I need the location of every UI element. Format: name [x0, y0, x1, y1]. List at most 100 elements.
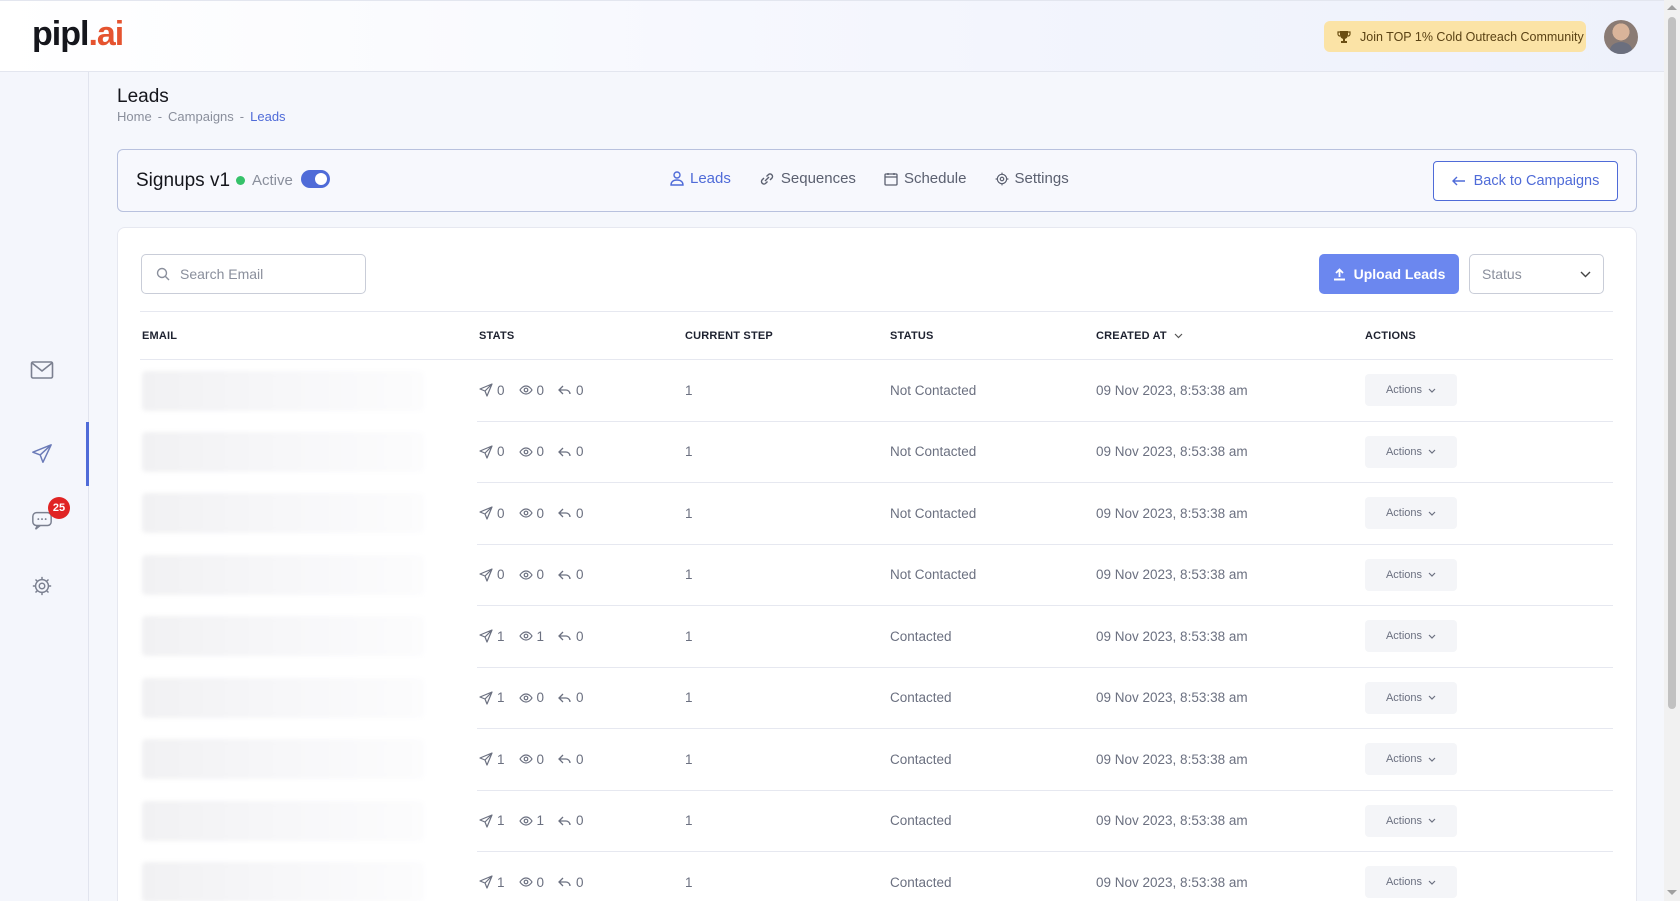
- row-actions-button[interactable]: Actions: [1365, 497, 1457, 530]
- row-actions-button[interactable]: Actions: [1365, 435, 1457, 468]
- scroll-down-arrow-icon[interactable]: [1667, 890, 1677, 895]
- reply-icon: [558, 570, 571, 580]
- scroll-up-arrow-icon[interactable]: [1667, 5, 1677, 10]
- tab-sequences[interactable]: Sequences: [759, 170, 856, 187]
- actions-cell: Actions: [1363, 851, 1613, 901]
- replied-count: 0: [576, 382, 584, 398]
- trophy-icon: [1337, 30, 1351, 43]
- calendar-icon: [884, 172, 898, 186]
- redacted-email: [142, 431, 424, 472]
- actions-cell: Actions: [1363, 421, 1613, 483]
- campaign-tabs: Leads Sequences Schedule Settings: [670, 170, 1069, 187]
- eye-icon: [518, 877, 533, 887]
- breadcrumb-current: Leads: [250, 109, 286, 124]
- tab-schedule-label: Schedule: [903, 170, 967, 187]
- stats-cell: 0 0 0: [477, 544, 683, 606]
- user-avatar[interactable]: [1604, 20, 1638, 54]
- stats-cell: 1 0 0: [477, 667, 683, 729]
- tab-sequences-label: Sequences: [780, 170, 856, 187]
- opened-count: 0: [536, 444, 545, 460]
- row-actions-label: Actions: [1385, 753, 1423, 766]
- chevron-down-icon: [1428, 634, 1436, 639]
- send-icon: [32, 444, 52, 463]
- page-scrollbar[interactable]: [1664, 0, 1680, 901]
- upload-leads-button[interactable]: Upload Leads: [1319, 254, 1459, 294]
- sent-count: 1: [497, 628, 505, 644]
- breadcrumb-campaigns[interactable]: Campaigns: [168, 109, 234, 124]
- row-actions-button[interactable]: Actions: [1365, 743, 1457, 776]
- status-cell: Contacted: [888, 851, 1094, 901]
- created-at-cell: 09 Nov 2023, 8:53:38 am: [1094, 728, 1363, 791]
- sent-icon: [479, 506, 493, 520]
- table-row: 1 1 0 1 Contacted 09 Nov 2023, 8:53:38 am Acti…: [140, 790, 1613, 852]
- search-email-input[interactable]: [180, 266, 350, 282]
- created-at-cell: 09 Nov 2023, 8:53:38 am: [1094, 482, 1363, 545]
- status-cell: Not Contacted: [888, 482, 1094, 545]
- redacted-email: [142, 862, 424, 901]
- scrollbar-thumb[interactable]: [1668, 17, 1676, 709]
- logo-suffix: .ai: [88, 15, 124, 53]
- sent-count: 0: [497, 444, 505, 460]
- status-dot-icon: [236, 176, 245, 185]
- community-banner-button[interactable]: Join TOP 1% Cold Outreach Community: [1324, 21, 1586, 52]
- column-header-actions: ACTIONS: [1363, 311, 1613, 360]
- created-at-cell: 09 Nov 2023, 8:53:38 am: [1094, 790, 1363, 852]
- email-cell: [140, 421, 477, 483]
- tab-schedule[interactable]: Schedule: [884, 170, 967, 187]
- status-filter-value: Status: [1482, 266, 1522, 282]
- row-actions-button[interactable]: Actions: [1365, 681, 1457, 714]
- row-actions-label: Actions: [1385, 691, 1423, 704]
- tab-leads[interactable]: Leads: [670, 170, 731, 187]
- row-actions-button[interactable]: Actions: [1365, 374, 1457, 407]
- eye-icon: [518, 631, 533, 641]
- chevron-down-icon: [1428, 818, 1436, 824]
- table-row: 1 0 0 1 Contacted 09 Nov 2023, 8:53:38 am Acti…: [140, 667, 1613, 729]
- email-cell: [140, 483, 477, 545]
- user-icon: [670, 171, 684, 186]
- search-box[interactable]: [141, 254, 366, 294]
- leads-table: EMAIL STATS CURRENT STEP STATUS CREATED …: [140, 311, 1613, 901]
- row-actions-label: Actions: [1385, 630, 1423, 643]
- status-cell: Not Contacted: [888, 421, 1094, 483]
- sidebar-item-settings[interactable]: [24, 568, 60, 604]
- campaign-header: Signups v1 Active Leads Sequences Schedu…: [117, 149, 1637, 212]
- back-to-campaigns-button[interactable]: Back to Campaigns: [1433, 161, 1618, 201]
- tab-settings[interactable]: Settings: [995, 170, 1069, 187]
- table-row: 0 0 0 1 Not Contacted 09 Nov 2023, 8:53:38 am…: [140, 359, 1613, 422]
- gear-icon: [995, 172, 1008, 185]
- stats-group: 1 1 0: [479, 813, 683, 828]
- status-filter-select[interactable]: Status: [1469, 254, 1604, 294]
- eye-icon: [518, 447, 533, 457]
- reply-icon: [558, 754, 571, 764]
- redacted-email: [142, 739, 424, 780]
- actions-cell: Actions: [1363, 482, 1613, 545]
- breadcrumb-home[interactable]: Home: [117, 109, 152, 124]
- sidebar-item-mail[interactable]: [24, 352, 60, 388]
- row-actions-button[interactable]: Actions: [1365, 804, 1457, 837]
- column-header-created-at[interactable]: CREATED AT: [1094, 311, 1363, 360]
- reply-icon: [558, 447, 571, 457]
- current-step-cell: 1: [683, 359, 888, 422]
- chevron-down-icon: [1428, 511, 1436, 516]
- stats-cell: 0 0 0: [477, 359, 683, 422]
- sidebar-item-campaigns[interactable]: [24, 436, 60, 472]
- status-cell: Contacted: [888, 790, 1094, 852]
- arrow-left-icon: [1451, 176, 1465, 186]
- created-at-cell: 09 Nov 2023, 8:53:38 am: [1094, 359, 1363, 422]
- community-label: Join TOP 1% Cold Outreach Community: [1360, 29, 1584, 44]
- reply-icon: [558, 693, 571, 703]
- row-actions-button[interactable]: Actions: [1365, 866, 1457, 899]
- pipl-logo[interactable]: pipl.ai: [32, 15, 124, 54]
- table-row: 1 1 0 1 Contacted 09 Nov 2023, 8:53:38 am Acti…: [140, 605, 1613, 668]
- replied-count: 0: [576, 751, 584, 767]
- row-actions-label: Actions: [1385, 814, 1423, 827]
- actions-cell: Actions: [1363, 544, 1613, 606]
- row-actions-button[interactable]: Actions: [1365, 558, 1457, 591]
- campaign-active-toggle[interactable]: [301, 170, 330, 188]
- column-header-current-step: CURRENT STEP: [683, 311, 888, 360]
- row-actions-button[interactable]: Actions: [1365, 620, 1457, 653]
- actions-cell: Actions: [1363, 790, 1613, 852]
- stats-cell: 1 0 0: [477, 851, 683, 901]
- created-at-cell: 09 Nov 2023, 8:53:38 am: [1094, 667, 1363, 729]
- actions-cell: Actions: [1363, 728, 1613, 791]
